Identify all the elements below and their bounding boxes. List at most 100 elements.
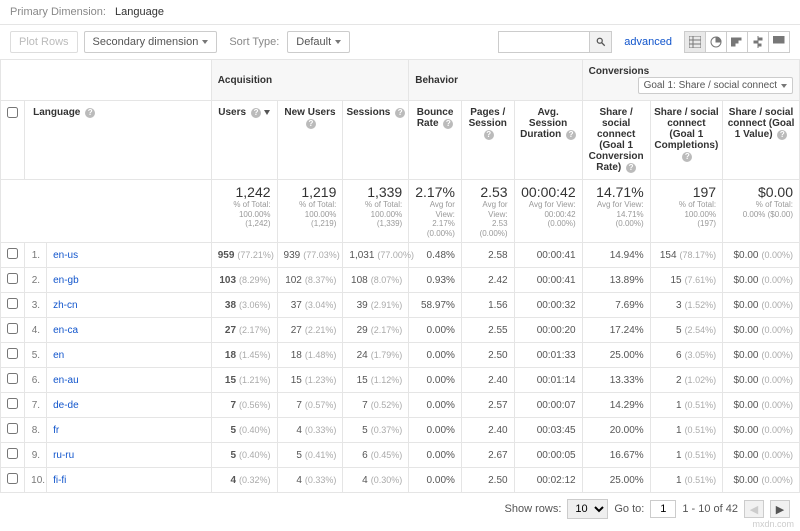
help-icon[interactable]: ?: [251, 108, 261, 118]
row-language[interactable]: ru-ru: [47, 443, 212, 468]
language-link[interactable]: en-ca: [53, 325, 78, 336]
view-table-button[interactable]: [684, 31, 706, 53]
help-icon[interactable]: ?: [443, 119, 453, 129]
rows-select[interactable]: 10: [567, 499, 608, 519]
search-input[interactable]: [499, 32, 589, 52]
row-checkbox-cell[interactable]: [1, 468, 25, 493]
cell-goal-rate: 17.24%: [582, 318, 650, 343]
sort-type-button[interactable]: Default: [287, 31, 350, 53]
col-avg-duration[interactable]: Avg. Session Duration ?: [514, 101, 582, 180]
help-icon[interactable]: ?: [484, 130, 494, 140]
language-link[interactable]: zh-cn: [53, 300, 77, 311]
col-users[interactable]: Users ?: [211, 101, 277, 180]
row-language[interactable]: en-ca: [47, 318, 212, 343]
prev-page-button[interactable]: ◀: [744, 500, 764, 518]
row-language[interactable]: en: [47, 343, 212, 368]
row-language[interactable]: de-de: [47, 393, 212, 418]
col-pages-session[interactable]: Pages / Session ?: [461, 101, 514, 180]
cell-goal-completions: 1(0.51%): [650, 468, 722, 493]
view-pivot-button[interactable]: [768, 31, 790, 53]
pie-icon: [710, 36, 722, 48]
row-checkbox-cell[interactable]: [1, 293, 25, 318]
row-checkbox[interactable]: [7, 348, 18, 359]
language-link[interactable]: ru-ru: [53, 450, 74, 461]
help-icon[interactable]: ?: [626, 163, 636, 173]
row-checkbox-cell[interactable]: [1, 393, 25, 418]
col-language[interactable]: Language ?: [25, 101, 212, 180]
row-checkbox[interactable]: [7, 323, 18, 334]
table-row: 9.ru-ru5(0.40%)5(0.41%)6(0.45%)0.00%2.67…: [1, 443, 800, 468]
cell-pages: 2.40: [461, 418, 514, 443]
col-bounce-rate[interactable]: Bounce Rate ?: [409, 101, 462, 180]
cell-bounce: 0.00%: [409, 393, 462, 418]
row-index: 4.: [25, 318, 47, 343]
language-link[interactable]: fr: [53, 425, 59, 436]
help-icon[interactable]: ?: [566, 130, 576, 140]
row-language[interactable]: en-gb: [47, 268, 212, 293]
row-checkbox[interactable]: [7, 398, 18, 409]
advanced-link[interactable]: advanced: [624, 36, 672, 48]
language-link[interactable]: de-de: [53, 400, 79, 411]
cell-goal-value: $0.00(0.00%): [723, 318, 800, 343]
col-sessions[interactable]: Sessions ?: [343, 101, 409, 180]
col-goal-rate[interactable]: Share / social connect (Goal 1 Conversio…: [582, 101, 650, 180]
col-new-users[interactable]: New Users ?: [277, 101, 343, 180]
row-language[interactable]: fi-fi: [47, 468, 212, 493]
row-checkbox[interactable]: [7, 473, 18, 484]
next-page-button[interactable]: ▶: [770, 500, 790, 518]
help-icon[interactable]: ?: [306, 119, 316, 129]
cell-goal-completions: 3(1.52%): [650, 293, 722, 318]
help-icon[interactable]: ?: [395, 108, 405, 118]
primary-dimension-value[interactable]: Language: [115, 6, 164, 18]
row-checkbox-cell[interactable]: [1, 318, 25, 343]
row-language[interactable]: en-au: [47, 368, 212, 393]
row-checkbox[interactable]: [7, 298, 18, 309]
row-checkbox[interactable]: [7, 448, 18, 459]
secondary-dimension-button[interactable]: Secondary dimension: [84, 31, 218, 53]
cell-users: 103(8.29%): [211, 268, 277, 293]
help-icon[interactable]: ?: [682, 152, 692, 162]
goal-selector[interactable]: Goal 1: Share / social connect: [638, 77, 793, 94]
help-icon[interactable]: ?: [85, 108, 95, 118]
view-comparison-button[interactable]: [747, 31, 769, 53]
col-goal-value[interactable]: Share / social connect (Goal 1 Value) ?: [723, 101, 800, 180]
row-language[interactable]: zh-cn: [47, 293, 212, 318]
language-link[interactable]: en: [53, 350, 64, 361]
primary-dimension-label: Primary Dimension:: [10, 6, 106, 18]
table-icon: [689, 36, 701, 48]
search-wrapper: [498, 31, 612, 53]
cell-users: 18(1.45%): [211, 343, 277, 368]
summary-sessions: 1,339% of Total:100.00% (1,339): [343, 180, 409, 243]
row-checkbox-cell[interactable]: [1, 368, 25, 393]
row-checkbox[interactable]: [7, 373, 18, 384]
row-checkbox[interactable]: [7, 273, 18, 284]
view-performance-button[interactable]: [726, 31, 748, 53]
language-link[interactable]: en-us: [53, 250, 78, 261]
go-to-input[interactable]: [650, 500, 676, 518]
row-checkbox[interactable]: [7, 423, 18, 434]
language-link[interactable]: fi-fi: [53, 475, 66, 486]
row-language[interactable]: en-us: [47, 243, 212, 268]
row-checkbox-cell[interactable]: [1, 418, 25, 443]
row-checkbox-cell[interactable]: [1, 243, 25, 268]
cell-duration: 00:00:05: [514, 443, 582, 468]
view-percentage-button[interactable]: [705, 31, 727, 53]
help-icon[interactable]: ?: [777, 130, 787, 140]
language-link[interactable]: en-au: [53, 375, 79, 386]
col-goal-completions[interactable]: Share / social connect (Goal 1 Completio…: [650, 101, 722, 180]
cell-pages: 2.42: [461, 268, 514, 293]
cell-bounce: 0.48%: [409, 243, 462, 268]
row-language[interactable]: fr: [47, 418, 212, 443]
select-all-checkbox[interactable]: [7, 107, 18, 118]
row-checkbox-cell[interactable]: [1, 443, 25, 468]
cell-sessions: 7(0.52%): [343, 393, 409, 418]
search-button[interactable]: [589, 32, 611, 52]
row-checkbox[interactable]: [7, 248, 18, 259]
language-link[interactable]: en-gb: [53, 275, 79, 286]
row-checkbox-cell[interactable]: [1, 268, 25, 293]
cell-new-users: 102(8.37%): [277, 268, 343, 293]
row-checkbox-cell[interactable]: [1, 343, 25, 368]
cell-new-users: 15(1.23%): [277, 368, 343, 393]
select-all-header[interactable]: [1, 101, 25, 180]
show-rows-label: Show rows:: [505, 503, 562, 515]
